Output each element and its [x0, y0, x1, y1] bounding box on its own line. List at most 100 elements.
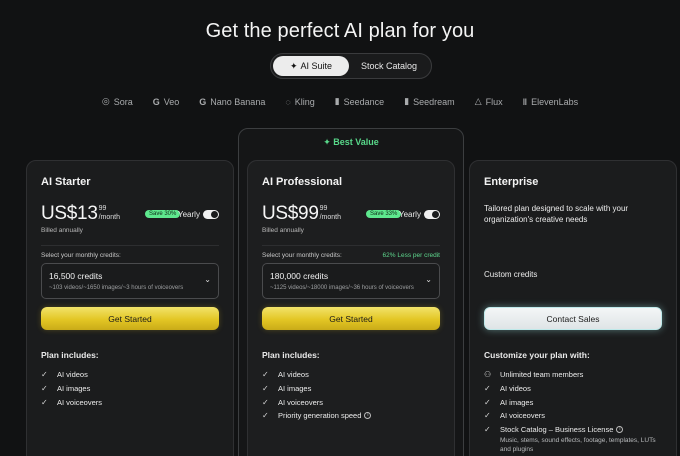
divider: [41, 245, 219, 246]
feature-label: Priority generation speed: [278, 411, 362, 421]
feature-item: ✓ AI images: [41, 382, 102, 396]
credits-select[interactable]: 16,500 credits ~103 videos/~1650 images/…: [41, 263, 219, 299]
price-row: US$99 99 /month: [262, 203, 341, 225]
tab-label: Stock Catalog: [360, 61, 418, 71]
feature-label: Unlimited team members: [500, 370, 584, 380]
includes-title: Plan includes:: [262, 350, 320, 360]
feature-list: ✓ AI videos ✓ AI images ✓ AI voiceovers ✓ Pr…: [262, 368, 372, 423]
seedance-icon: ▮: [334, 96, 340, 106]
feature-item: ✓ AI voiceovers: [484, 409, 664, 423]
feature-label: AI voiceovers: [278, 397, 324, 407]
feature-label: AI images: [278, 384, 312, 394]
custom-credits: Custom credits: [484, 270, 538, 279]
seedream-icon: ▮: [404, 96, 410, 106]
credits-label: Select your monthly credits:: [262, 252, 342, 259]
feature-label: Stock Catalog – Business License: [500, 425, 614, 435]
divider: [262, 245, 440, 246]
kling-icon: ◌: [285, 96, 291, 107]
plan-description: Tailored plan designed to scale with you…: [484, 204, 629, 224]
plan-name: AI Professional: [262, 176, 343, 188]
check-icon: ✓: [41, 397, 48, 407]
feature-item: ✓ Stock Catalog – Business License i: [484, 423, 664, 437]
credits-value: 16,500 credits: [49, 271, 103, 281]
credits-value: 180,000 credits: [270, 271, 329, 281]
check-icon: ✓: [262, 370, 269, 380]
get-started-button[interactable]: Get Started: [262, 307, 440, 330]
feature-item: ✓ AI images: [484, 395, 664, 409]
get-started-button[interactable]: Get Started: [41, 307, 219, 330]
info-icon[interactable]: i: [616, 426, 624, 434]
model-seedance: ▮ Seedance: [335, 96, 385, 107]
price-period: /month: [98, 214, 121, 221]
feature-note: Music, stems, sound effects, footage, te…: [500, 437, 656, 454]
feature-list: ✓ AI videos ✓ AI images ✓ AI voiceovers: [41, 368, 102, 409]
page-title: Get the perfect AI plan for you: [205, 20, 475, 42]
users-icon: ⚇: [484, 370, 492, 380]
elevenlabs-icon: ‖: [522, 96, 528, 107]
yearly-toggle[interactable]: [203, 210, 219, 219]
price-row: US$13 99 /month: [41, 203, 120, 225]
model-label: Veo: [163, 96, 180, 107]
best-value-badge: ✦ Best Value: [323, 137, 379, 147]
tab-stock-catalog[interactable]: Stock Catalog: [349, 56, 429, 76]
price-cents: 99: [98, 205, 107, 212]
credits-select[interactable]: 180,000 credits ~1125 videos/~18000 imag…: [262, 263, 440, 299]
feature-label: AI voiceovers: [57, 397, 103, 407]
model-label: Kling: [294, 96, 315, 107]
feature-label: AI voiceovers: [500, 411, 546, 421]
model-label: ElevenLabs: [531, 96, 579, 107]
feature-item: ✓ AI voiceovers: [262, 395, 371, 409]
yearly-label: Yearly: [178, 210, 200, 219]
plan-card-enterprise: Enterprise Tailored plan designed to sca…: [469, 160, 677, 456]
plan-name: AI Starter: [41, 176, 91, 188]
price-cents: 99: [319, 205, 328, 212]
chevron-down-icon: ⌄: [425, 275, 432, 284]
model-label: Seedance: [343, 96, 385, 107]
info-icon[interactable]: i: [364, 412, 372, 420]
model-label: Flux: [485, 96, 503, 107]
check-icon: ✓: [262, 397, 269, 407]
billed-note: Billed annually: [262, 227, 304, 234]
check-icon: ✓: [262, 411, 269, 421]
check-icon: ✓: [484, 384, 491, 394]
save-badge: Save 33%: [366, 210, 402, 218]
chevron-down-icon: ⌄: [204, 275, 211, 284]
model-nano-banana: G Nano Banana: [199, 96, 265, 107]
price: US$13: [41, 203, 98, 224]
feature-list: ⚇ Unlimited team members ✓ AI videos ✓ AI i…: [484, 368, 664, 454]
contact-sales-button[interactable]: Contact Sales: [484, 307, 662, 330]
plan-name: Enterprise: [484, 176, 539, 188]
check-icon: ✓: [262, 384, 269, 394]
check-icon: ✓: [484, 397, 491, 407]
check-icon: ✓: [41, 370, 48, 380]
sora-icon: ◎: [101, 96, 110, 106]
includes-title: Customize your plan with:: [484, 350, 590, 360]
plan-card-starter: AI Starter US$13 99 /month Save 30% Year…: [26, 160, 234, 456]
feature-label: AI images: [500, 397, 534, 407]
yearly-label: Yearly: [399, 210, 421, 219]
savings-note: 62% Less per credit: [382, 252, 440, 259]
google-icon: G: [199, 96, 207, 107]
model-veo: G Veo: [153, 96, 180, 107]
tab-ai-suite[interactable]: ✦ AI Suite: [273, 56, 349, 76]
feature-item: ⚇ Unlimited team members: [484, 368, 664, 382]
yearly-toggle[interactable]: [424, 210, 440, 219]
credits-detail: ~1125 videos/~18000 images/~36 hours of …: [270, 285, 414, 291]
price: US$99: [262, 203, 319, 224]
plan-card-professional: AI Professional US$99 99 /month Save 33%…: [247, 160, 455, 456]
feature-item: ✓ Priority generation speed i: [262, 409, 372, 423]
check-icon: ✓: [41, 384, 48, 394]
tab-label: AI Suite: [300, 61, 333, 71]
model-flux: △ Flux: [475, 96, 503, 107]
feature-label: AI images: [57, 384, 91, 394]
credits-detail: ~103 videos/~1650 images/~3 hours of voi…: [49, 285, 184, 291]
flux-icon: △: [474, 96, 482, 106]
model-kling: ◌ Kling: [285, 96, 314, 107]
credits-label: Select your monthly credits:: [41, 252, 121, 259]
includes-title: Plan includes:: [41, 350, 99, 360]
feature-label: AI videos: [57, 370, 88, 380]
billed-note: Billed annually: [41, 227, 83, 234]
feature-label: AI videos: [500, 384, 531, 394]
model-logos: ◎ Sora G Veo G Nano Banana ◌ Kling ▮ Seedance…: [0, 96, 680, 107]
model-label: Sora: [113, 96, 133, 107]
